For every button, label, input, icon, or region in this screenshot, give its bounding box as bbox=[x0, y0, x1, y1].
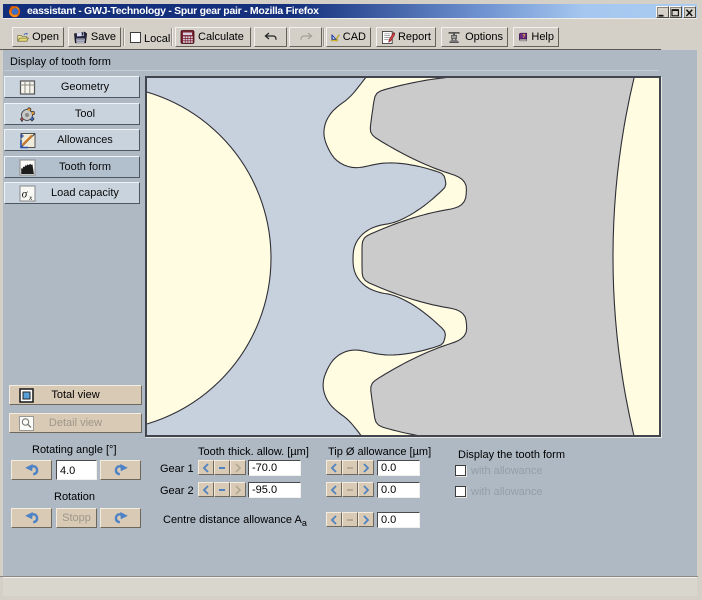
svg-text:?: ? bbox=[522, 34, 525, 40]
svg-text:x: x bbox=[28, 193, 33, 202]
